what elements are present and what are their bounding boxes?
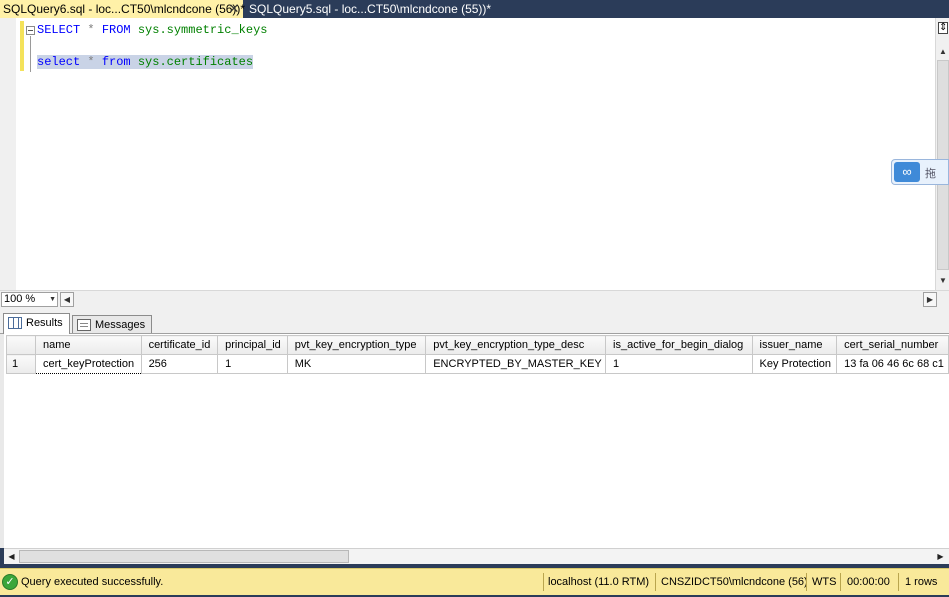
keyword: SELECT [37,23,81,37]
corner-cell[interactable] [6,335,36,355]
tab-sqlquery5[interactable]: SQLQuery5.sql - loc...CT50\mlcndcone (55… [246,0,491,18]
column-header[interactable]: name [34,335,142,355]
status-bar: ✓ Query executed successfully. localhost… [0,568,949,595]
column-header[interactable]: principal_id [217,335,288,355]
success-check-icon: ✓ [2,574,18,590]
table-cell[interactable]: cert_keyProtection [34,354,142,374]
keyword: select [37,55,81,69]
status-database: WTS [812,576,837,588]
result-tab-bar: Results Messages [0,308,949,334]
table-row[interactable]: 1 cert_keyProtection 256 1 MK ENCRYPTED_… [6,354,949,374]
tab-messages[interactable]: Messages [72,315,153,333]
status-server: localhost (11.0 RTM) [548,576,650,588]
editor-margin [0,18,16,290]
tab-label: SQLQuery6.sql - loc...CT50\mlcndcone (56… [3,2,246,16]
tab-sqlquery6[interactable]: SQLQuery6.sql - loc...CT50\mlcndcone (56… [0,0,246,18]
divider [655,573,656,591]
header-row: name certificate_id principal_id pvt_key… [6,335,949,355]
scroll-right-icon[interactable]: ▶ [923,292,937,307]
table-cell[interactable]: 1 [605,354,753,374]
keyword: from [101,55,131,69]
grid-icon [8,317,22,329]
tab-results[interactable]: Results [3,313,70,334]
messages-icon [77,319,91,331]
tab-results-label: Results [26,317,63,329]
scroll-up-icon[interactable]: ▲ [937,46,949,58]
change-tracking-bar [20,21,24,71]
operator: * [87,23,95,37]
table-cell[interactable]: Key Protection [751,354,838,374]
table-cell[interactable]: ENCRYPTED_BY_MASTER_KEY [425,354,607,374]
zoom-select[interactable]: 100 % ▼ [1,292,58,307]
scroll-thumb[interactable] [19,550,349,563]
column-header[interactable]: cert_serial_number [836,335,949,355]
document-tab-strip: SQLQuery6.sql - loc...CT50\mlcndcone (56… [0,0,949,18]
tab-label: SQLQuery5.sql - loc...CT50\mlcndcone (55… [249,2,492,16]
column-header[interactable]: pvt_key_encryption_type_desc [425,335,607,355]
status-message: Query executed successfully. [21,576,164,588]
object-name: sys.symmetric_keys [137,23,268,37]
floating-widget[interactable]: ∞ 拖 [891,159,949,185]
query-editor[interactable]: SELECT * FROM sys.symmetric_keys select … [0,18,949,290]
column-header[interactable]: certificate_id [140,335,219,355]
status-elapsed: 00:00:00 [847,576,890,588]
link-icon: ∞ [894,162,920,182]
table-cell[interactable]: MK [286,354,427,374]
floating-widget-label: 拖 [925,168,936,180]
keyword: FROM [101,23,131,37]
close-icon[interactable]: ✕ [227,0,241,18]
divider [543,573,544,591]
operator: * [87,55,95,69]
selected-text: select * from sys.certificates [37,55,254,69]
grid-horizontal-scrollbar[interactable]: ◀ ▶ [4,548,949,564]
chevron-down-icon: ▼ [49,296,56,303]
divider [840,573,841,591]
table-cell[interactable]: 13 fa 06 46 6c 68 c1 [836,354,949,374]
code-line-2[interactable]: select * from sys.certificates [37,55,254,69]
divider [806,573,807,591]
column-header[interactable]: pvt_key_encryption_type [286,335,427,355]
collapse-icon[interactable] [26,26,35,35]
outline-line [30,36,31,72]
scroll-right-icon[interactable]: ▶ [934,550,947,563]
column-header[interactable]: is_active_for_begin_dialog [605,335,753,355]
table-cell[interactable]: 1 [217,354,288,374]
editor-vertical-scrollbar[interactable]: ⇕ ▲ ▼ [935,18,949,290]
results-grid[interactable]: name certificate_id principal_id pvt_key… [0,334,949,548]
tab-messages-label: Messages [95,319,146,331]
divider [898,573,899,591]
code-line-1[interactable]: SELECT * FROM sys.symmetric_keys [37,23,267,37]
row-number[interactable]: 1 [6,354,36,374]
scroll-left-icon[interactable]: ◀ [5,550,18,563]
table-cell[interactable]: 256 [140,354,219,374]
scroll-down-icon[interactable]: ▼ [937,275,949,287]
zoom-bar: 100 % ▼ ◀ ▶ [0,290,949,308]
split-icon[interactable]: ⇕ [938,22,948,34]
column-header[interactable]: issuer_name [751,335,838,355]
status-user: CNSZIDCT50\mlcndcone (56) [661,576,808,588]
status-rows: 1 rows [905,576,938,588]
object-name: sys.certificates [137,55,254,69]
results-table: name certificate_id principal_id pvt_key… [6,335,949,374]
scroll-left-icon[interactable]: ◀ [60,292,74,307]
zoom-value: 100 % [4,293,36,305]
